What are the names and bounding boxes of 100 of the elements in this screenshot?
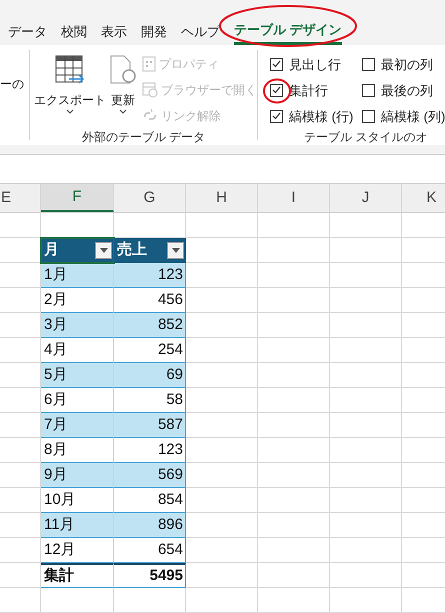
ribbon-tab[interactable]: データ xyxy=(8,17,47,46)
grid-cell xyxy=(258,388,330,413)
table-cell: 7月 xyxy=(41,412,114,438)
table-cell: 569 xyxy=(114,462,186,488)
total-cell: 5495 xyxy=(114,562,186,588)
grid-cell xyxy=(330,488,402,513)
grid-cell xyxy=(186,412,258,438)
grid-cell xyxy=(330,262,402,288)
check-icon xyxy=(272,86,281,94)
table-cell: 12月 xyxy=(41,538,114,563)
table-cell: 2月 xyxy=(41,288,114,313)
check-icon xyxy=(272,112,281,120)
table-cell: 254 xyxy=(114,338,186,363)
checkbox-label: 最後の列 xyxy=(381,82,433,100)
grid-cell xyxy=(258,362,330,388)
grid-cell xyxy=(258,462,330,488)
caret-icon xyxy=(100,248,108,253)
check-icon xyxy=(272,60,281,68)
table-cell: 10月 xyxy=(41,488,114,513)
group-label: テーブル スタイルのオ xyxy=(303,129,428,146)
table-cell: 896 xyxy=(114,512,186,538)
checkbox[interactable] xyxy=(362,58,375,71)
grid-cell xyxy=(186,588,258,613)
page-refresh-icon xyxy=(109,55,137,86)
table-cell: 4月 xyxy=(41,338,114,363)
column-header[interactable]: F xyxy=(41,184,114,212)
grid-cell xyxy=(186,462,258,488)
checkbox[interactable] xyxy=(362,110,375,123)
grid-cell xyxy=(258,312,330,338)
grid-cell xyxy=(186,262,258,288)
table-cell: 6月 xyxy=(41,388,114,413)
checkbox[interactable] xyxy=(270,58,283,71)
chevron-icon xyxy=(66,109,74,114)
checkbox[interactable] xyxy=(270,84,283,97)
grid-cell xyxy=(186,288,258,313)
table-cell: 456 xyxy=(114,288,186,313)
chevron-icon xyxy=(119,109,127,114)
table-cell: 9月 xyxy=(41,462,114,488)
grid-cell xyxy=(330,388,402,413)
checkbox[interactable] xyxy=(270,110,283,123)
table-cell: 854 xyxy=(114,488,186,513)
grid-cell xyxy=(186,512,258,538)
grid-cell xyxy=(258,338,330,363)
table-cell: 69 xyxy=(114,362,186,388)
grid-cell xyxy=(186,538,258,563)
grid-cell xyxy=(258,488,330,513)
checkbox-label: 縞模様 (列) xyxy=(381,108,445,126)
filter-button[interactable] xyxy=(167,242,184,259)
caret-icon xyxy=(172,248,180,253)
ribbon-tab[interactable]: 開発 xyxy=(141,17,167,46)
grid-cell xyxy=(186,488,258,513)
group-label: 外部のテーブル データ xyxy=(80,129,206,146)
grid-cell xyxy=(186,388,258,413)
grid-cell xyxy=(186,562,258,588)
grid-cell xyxy=(330,288,402,313)
ribbon-tab[interactable]: 表示 xyxy=(101,17,127,46)
table-cell: 852 xyxy=(114,312,186,338)
checkbox-label: 最初の列 xyxy=(381,56,433,74)
filter-button[interactable] xyxy=(95,242,112,259)
grid-cell xyxy=(258,562,330,588)
column-header[interactable]: J xyxy=(330,184,402,212)
checkbox-label: 見出し行 xyxy=(289,56,341,74)
grid-cell xyxy=(186,438,258,463)
refresh-button[interactable]: 更新 xyxy=(108,50,138,130)
column-header[interactable]: H xyxy=(186,184,258,212)
checkbox-label: 縞模様 (行) xyxy=(289,108,354,126)
column-header[interactable]: I xyxy=(258,184,330,212)
table-cell: 1月 xyxy=(41,262,114,288)
grid-cell xyxy=(258,512,330,538)
table-cell: 5月 xyxy=(41,362,114,388)
grid-cell xyxy=(330,538,402,563)
table-cell: 3月 xyxy=(41,312,114,338)
grid-cell xyxy=(186,312,258,338)
grid-cell xyxy=(0,588,41,613)
grid-cell xyxy=(186,238,258,263)
grid-cell xyxy=(258,288,330,313)
table-cell: 8月 xyxy=(41,438,114,463)
grid-cell xyxy=(186,362,258,388)
grid-cell xyxy=(258,412,330,438)
table-header[interactable]: 月 xyxy=(41,238,114,263)
command-label[interactable]: ーの xyxy=(0,75,24,94)
grid-cell xyxy=(330,362,402,388)
grid-cell xyxy=(330,338,402,363)
table-header[interactable]: 売上 xyxy=(114,238,186,263)
grid-cell xyxy=(330,238,402,263)
column-header[interactable]: K xyxy=(402,184,445,212)
grid-cell xyxy=(330,438,402,463)
grid-cell xyxy=(330,412,402,438)
export-button[interactable]: エクスポート xyxy=(34,50,106,130)
grid-cell xyxy=(258,262,330,288)
ribbon-tab[interactable]: 校閲 xyxy=(61,17,87,46)
grid-cell xyxy=(186,338,258,363)
table-cell: 587 xyxy=(114,412,186,438)
table-cell: 123 xyxy=(114,438,186,463)
column-header[interactable]: G xyxy=(114,184,186,212)
total-cell: 集計 xyxy=(41,562,114,588)
grid-cell xyxy=(258,538,330,563)
grid-cell xyxy=(330,512,402,538)
grid-cell xyxy=(258,438,330,463)
checkbox[interactable] xyxy=(362,84,375,97)
